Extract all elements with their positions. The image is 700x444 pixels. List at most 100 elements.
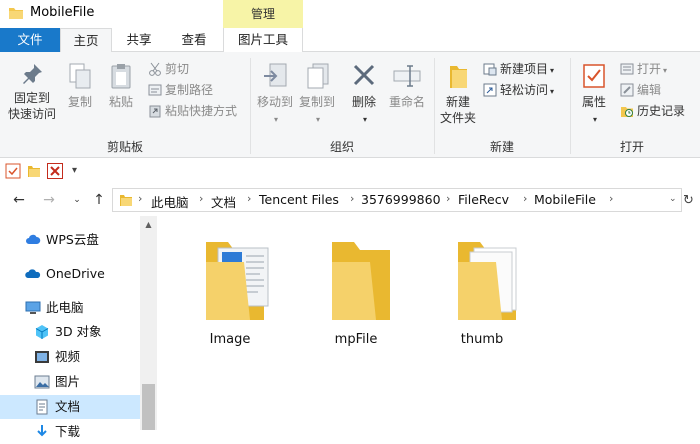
folder-item-image[interactable]: Image xyxy=(180,236,280,366)
cut-label: 剪切 xyxy=(165,62,190,76)
edit-button[interactable]: 编辑 xyxy=(620,81,661,99)
folder-item-mpfile[interactable]: mpFile xyxy=(306,236,406,366)
rename-button[interactable]: 重命名 xyxy=(385,62,429,110)
new-folder-button[interactable]: 新建 文件夹 xyxy=(436,62,480,126)
scroll-up-arrow-icon[interactable]: ▲ xyxy=(140,216,157,233)
pin-icon xyxy=(23,64,42,84)
nav-item-videos[interactable]: 视频 xyxy=(0,345,140,369)
properties-checkmark-icon[interactable] xyxy=(5,163,21,179)
nav-item-label: 此电脑 xyxy=(46,300,84,315)
breadcrumb-separator[interactable]: › xyxy=(609,192,613,205)
open-label: 打开 xyxy=(637,62,662,76)
delete-button[interactable]: 删除 ▾ xyxy=(346,62,382,128)
delete-x-icon[interactable] xyxy=(47,163,63,179)
move-to-icon xyxy=(264,63,287,87)
downloads-icon xyxy=(37,425,47,437)
navigation-pane: WPS云盘 OneDrive 此电脑 3D 对象 视频 图片 文档 下载 ▲ xyxy=(0,216,158,439)
folder-item-thumb[interactable]: thumb xyxy=(432,236,532,366)
breadcrumb-separator[interactable]: › xyxy=(199,192,203,205)
pin-label-line1: 固定到 xyxy=(13,91,50,105)
tab-file[interactable]: 文件 xyxy=(0,28,60,52)
nav-item-onedrive[interactable]: OneDrive xyxy=(0,262,140,286)
new-folder-icon[interactable] xyxy=(26,163,42,179)
copy-label: 复制 xyxy=(67,95,92,109)
breadcrumb-separator[interactable]: › xyxy=(247,192,251,205)
forward-arrow-icon[interactable]: → xyxy=(40,191,58,209)
properties-button[interactable]: 属性 ▾ xyxy=(574,62,614,128)
nav-item-label: OneDrive xyxy=(46,266,105,281)
copy-path-icon xyxy=(148,84,162,96)
delete-label: 删除 xyxy=(351,95,376,109)
nav-item-wps-cloud[interactable]: WPS云盘 xyxy=(0,228,140,252)
recent-locations-chevron-icon[interactable]: ⌄ xyxy=(68,191,86,209)
open-button[interactable]: 打开 ▾ xyxy=(620,60,667,78)
copy-button[interactable]: 复制 xyxy=(62,62,98,110)
breadcrumb-tencent-files[interactable]: Tencent Files xyxy=(259,192,339,207)
address-bar[interactable]: › 此电脑 › 文档 › Tencent Files › 3576999860 … xyxy=(112,188,682,212)
easy-access-label: 轻松访问 xyxy=(500,83,549,97)
ribbon-tabs: 文件 主页 共享 查看 图片工具 xyxy=(0,28,700,53)
edit-icon xyxy=(620,83,634,97)
quick-access-toolbar: ▾ xyxy=(0,158,700,184)
video-icon xyxy=(35,351,49,363)
move-to-button[interactable]: 移动到▾ xyxy=(254,62,296,128)
breadcrumb-this-pc[interactable]: 此电脑 xyxy=(151,192,189,211)
paste-label: 粘贴 xyxy=(108,95,133,109)
cut-button[interactable]: 剪切 xyxy=(148,60,189,78)
customize-toolbar-dropdown[interactable]: ▾ xyxy=(72,163,88,179)
copy-to-button[interactable]: 复制到▾ xyxy=(296,62,338,128)
nav-item-label: 图片 xyxy=(55,374,81,389)
nav-item-downloads[interactable]: 下载 xyxy=(0,420,140,444)
paste-shortcut-icon xyxy=(149,105,161,118)
nav-item-label: 下载 xyxy=(55,424,81,439)
breadcrumb-account[interactable]: 3576999860 xyxy=(361,192,441,207)
breadcrumb-documents[interactable]: 文档 xyxy=(211,192,236,211)
copy-to-label: 复制到 xyxy=(298,95,335,109)
cloud-icon xyxy=(26,234,41,244)
rename-icon xyxy=(393,65,421,87)
up-arrow-icon[interactable]: ↑ xyxy=(90,191,108,209)
clipboard-group-label: 剪贴板 xyxy=(106,140,143,154)
paste-button[interactable]: 粘贴 xyxy=(102,62,140,110)
nav-item-pictures[interactable]: 图片 xyxy=(0,370,140,394)
copy-path-label: 复制路径 xyxy=(165,83,214,97)
new-item-button[interactable]: 新建项目 ▾ xyxy=(483,60,554,78)
nav-item-this-pc[interactable]: 此电脑 xyxy=(0,296,140,320)
history-button[interactable]: 历史记录 xyxy=(620,102,685,120)
move-to-label: 移动到 xyxy=(256,95,293,109)
address-history-chevron-icon[interactable]: ⌄ xyxy=(669,194,677,204)
paste-shortcut-button[interactable]: 粘贴快捷方式 xyxy=(148,102,237,120)
breadcrumb-separator[interactable]: › xyxy=(523,192,527,205)
breadcrumb-filerecv[interactable]: FileRecv xyxy=(458,192,509,207)
new-folder-label-line2: 文件夹 xyxy=(439,111,476,125)
navigation-pane-scrollbar[interactable]: ▲ xyxy=(140,216,157,430)
window-title: MobileFile xyxy=(30,5,95,20)
rename-label: 重命名 xyxy=(388,95,425,109)
breadcrumb-separator[interactable]: › xyxy=(446,192,450,205)
computer-icon xyxy=(25,301,41,314)
breadcrumb-separator[interactable]: › xyxy=(138,192,142,205)
refresh-icon[interactable]: ↻ xyxy=(683,193,694,208)
nav-item-documents[interactable]: 文档 xyxy=(0,395,140,419)
pin-to-quick-access-button[interactable]: 固定到 快速访问 xyxy=(4,62,60,122)
open-icon xyxy=(620,63,634,75)
scissors-icon xyxy=(149,62,161,76)
tab-view[interactable]: 查看 xyxy=(168,28,220,52)
easy-access-button[interactable]: 轻松访问 ▾ xyxy=(483,81,554,99)
back-arrow-icon[interactable]: ← xyxy=(10,191,28,209)
easy-access-icon xyxy=(483,83,497,97)
tab-share[interactable]: 共享 xyxy=(115,28,163,52)
nav-item-3d-objects[interactable]: 3D 对象 xyxy=(0,320,140,344)
paste-shortcut-label: 粘贴快捷方式 xyxy=(165,104,238,118)
properties-label: 属性 xyxy=(581,95,606,109)
copy-to-icon xyxy=(307,63,329,89)
breadcrumb-separator[interactable]: › xyxy=(350,192,354,205)
open-group-label: 打开 xyxy=(619,140,644,154)
tab-picture-tools[interactable]: 图片工具 xyxy=(223,28,303,52)
tab-home[interactable]: 主页 xyxy=(60,28,112,53)
scrollbar-thumb[interactable] xyxy=(142,384,155,430)
breadcrumb-mobilefile[interactable]: MobileFile xyxy=(534,192,596,207)
clipboard-icon xyxy=(111,64,131,89)
copy-path-button[interactable]: 复制路径 xyxy=(148,81,213,99)
pin-label-line2: 快速访问 xyxy=(7,107,56,121)
